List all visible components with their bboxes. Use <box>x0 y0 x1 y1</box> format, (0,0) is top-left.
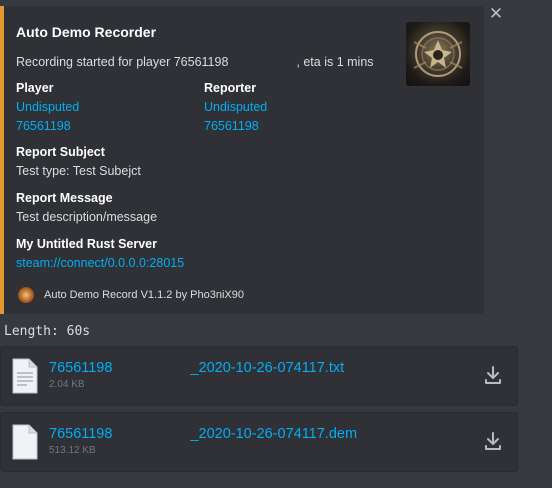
embed-title: Auto Demo Recorder <box>16 24 157 40</box>
field-server-name: My Untitled Rust Server <box>16 237 158 251</box>
attachment-filename-part1: 76561198 <box>49 360 113 376</box>
attachment-size: 2.04 KB <box>49 379 85 390</box>
field-subject-value: Test type: Test Subejct <box>16 164 141 178</box>
attachment-filename-link[interactable]: 76561198 _2020-10-26-074117.txt <box>49 360 344 376</box>
description-part2: , eta is 1 mins <box>296 55 374 69</box>
radiation-icon <box>18 287 34 303</box>
field-subject-name: Report Subject <box>16 145 105 159</box>
attachment-filename-part2: _2020-10-26-074117.txt <box>190 360 345 376</box>
embed-card: Auto Demo Recorder Recording started for… <box>0 6 484 314</box>
description-part1: Recording started for player 76561198 <box>16 55 229 69</box>
server-connect-link[interactable]: steam://connect/0.0.0.0:28015 <box>16 256 184 270</box>
attachment-filename-part2: _2020-10-26-074117.dem <box>190 426 358 442</box>
attachment-filename-link[interactable]: 76561198 _2020-10-26-074117.dem <box>49 426 357 442</box>
embed-footer-text: Auto Demo Record V1.1.2 by Pho3niX90 <box>44 289 244 301</box>
player-id-link[interactable]: 76561198 <box>16 119 71 133</box>
attachment-filename-part1: 76561198 <box>49 426 113 442</box>
player-name-link[interactable]: Undisputed <box>16 100 79 114</box>
length-text: Length: 60s <box>4 324 91 339</box>
embed-description: Recording started for player 76561198 , e… <box>16 55 374 69</box>
field-message-name: Report Message <box>16 191 113 205</box>
reporter-name-link[interactable]: Undisputed <box>204 100 267 114</box>
reporter-id-link[interactable]: 76561198 <box>204 119 259 133</box>
file-document-icon <box>12 358 38 394</box>
attachment-dem: 76561198 _2020-10-26-074117.dem 513.12 KB <box>0 412 518 472</box>
download-icon[interactable] <box>481 429 505 453</box>
file-document-icon <box>12 424 38 460</box>
clan-emblem-thumbnail[interactable] <box>406 22 470 86</box>
field-message-value: Test description/message <box>16 210 158 224</box>
close-icon[interactable]: ✕ <box>486 4 506 24</box>
attachment-size: 513.12 KB <box>49 445 96 456</box>
field-player-name: Player <box>16 81 54 95</box>
attachment-txt: 76561198 _2020-10-26-074117.txt 2.04 KB <box>0 346 518 406</box>
download-icon[interactable] <box>481 363 505 387</box>
field-reporter-name: Reporter <box>204 81 257 95</box>
